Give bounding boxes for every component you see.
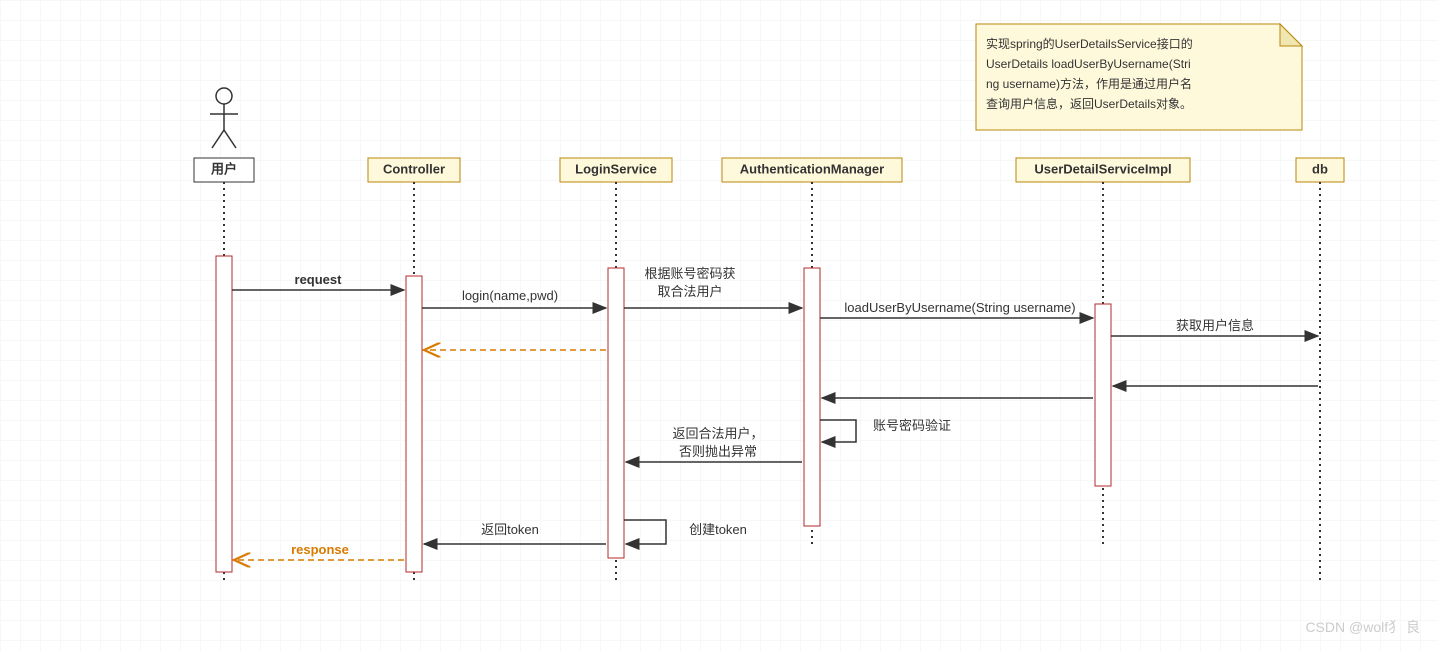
participant-user: 用户: [194, 158, 254, 182]
activation-auth: [804, 268, 820, 526]
svg-text:db: db: [1312, 161, 1328, 176]
activation-controller: [406, 276, 422, 572]
msg-return-user-l2: 否则抛出异常: [679, 444, 757, 459]
actor-icon: [210, 88, 238, 148]
note-line: 实现spring的UserDetailsService接口的: [986, 36, 1193, 51]
msg-return-user-l1: 返回合法用户，: [672, 426, 763, 441]
note-line: ng username)方法，作用是通过用户名: [986, 76, 1192, 91]
msg-self-verify: [820, 420, 856, 442]
msg-get-user-l2: 取合法用户: [657, 284, 722, 299]
activation-user: [216, 256, 232, 572]
msg-self-create-token: [624, 520, 666, 544]
msg-fetch-info-label: 获取用户信息: [1176, 318, 1254, 333]
activation-uds: [1095, 304, 1111, 486]
msg-request-label: request: [295, 272, 343, 287]
svg-text:AuthenticationManager: AuthenticationManager: [740, 161, 884, 176]
msg-return-token-label: 返回token: [481, 522, 539, 537]
msg-login-label: login(name,pwd): [462, 288, 558, 303]
sequence-diagram: 实现spring的UserDetailsService接口的 UserDetai…: [0, 0, 1438, 651]
svg-text:用户: 用户: [210, 161, 237, 176]
msg-create-token-label: 创建token: [689, 522, 747, 537]
msg-get-user-l1: 根据账号密码获: [644, 266, 735, 281]
svg-text:LoginService: LoginService: [575, 161, 657, 176]
msg-verify-label: 账号密码验证: [873, 418, 951, 433]
svg-text:UserDetailServiceImpl: UserDetailServiceImpl: [1034, 161, 1171, 176]
msg-load-user-label: loadUserByUsername(String username): [844, 300, 1075, 315]
participant-user-detail-service: UserDetailServiceImpl: [1016, 158, 1190, 182]
note-line: 查询用户信息，返回UserDetails对象。: [986, 96, 1192, 111]
participant-db: db: [1296, 158, 1344, 182]
activation-login: [608, 268, 624, 558]
participant-controller: Controller: [368, 158, 460, 182]
note-uds-description: 实现spring的UserDetailsService接口的 UserDetai…: [976, 24, 1302, 130]
msg-response-label: response: [291, 542, 349, 557]
participant-auth-manager: AuthenticationManager: [722, 158, 902, 182]
svg-text:Controller: Controller: [383, 161, 445, 176]
watermark: CSDN @wolf犭 良: [1305, 619, 1420, 635]
note-line: UserDetails loadUserByUsername(Stri: [986, 57, 1191, 71]
participant-login-service: LoginService: [560, 158, 672, 182]
